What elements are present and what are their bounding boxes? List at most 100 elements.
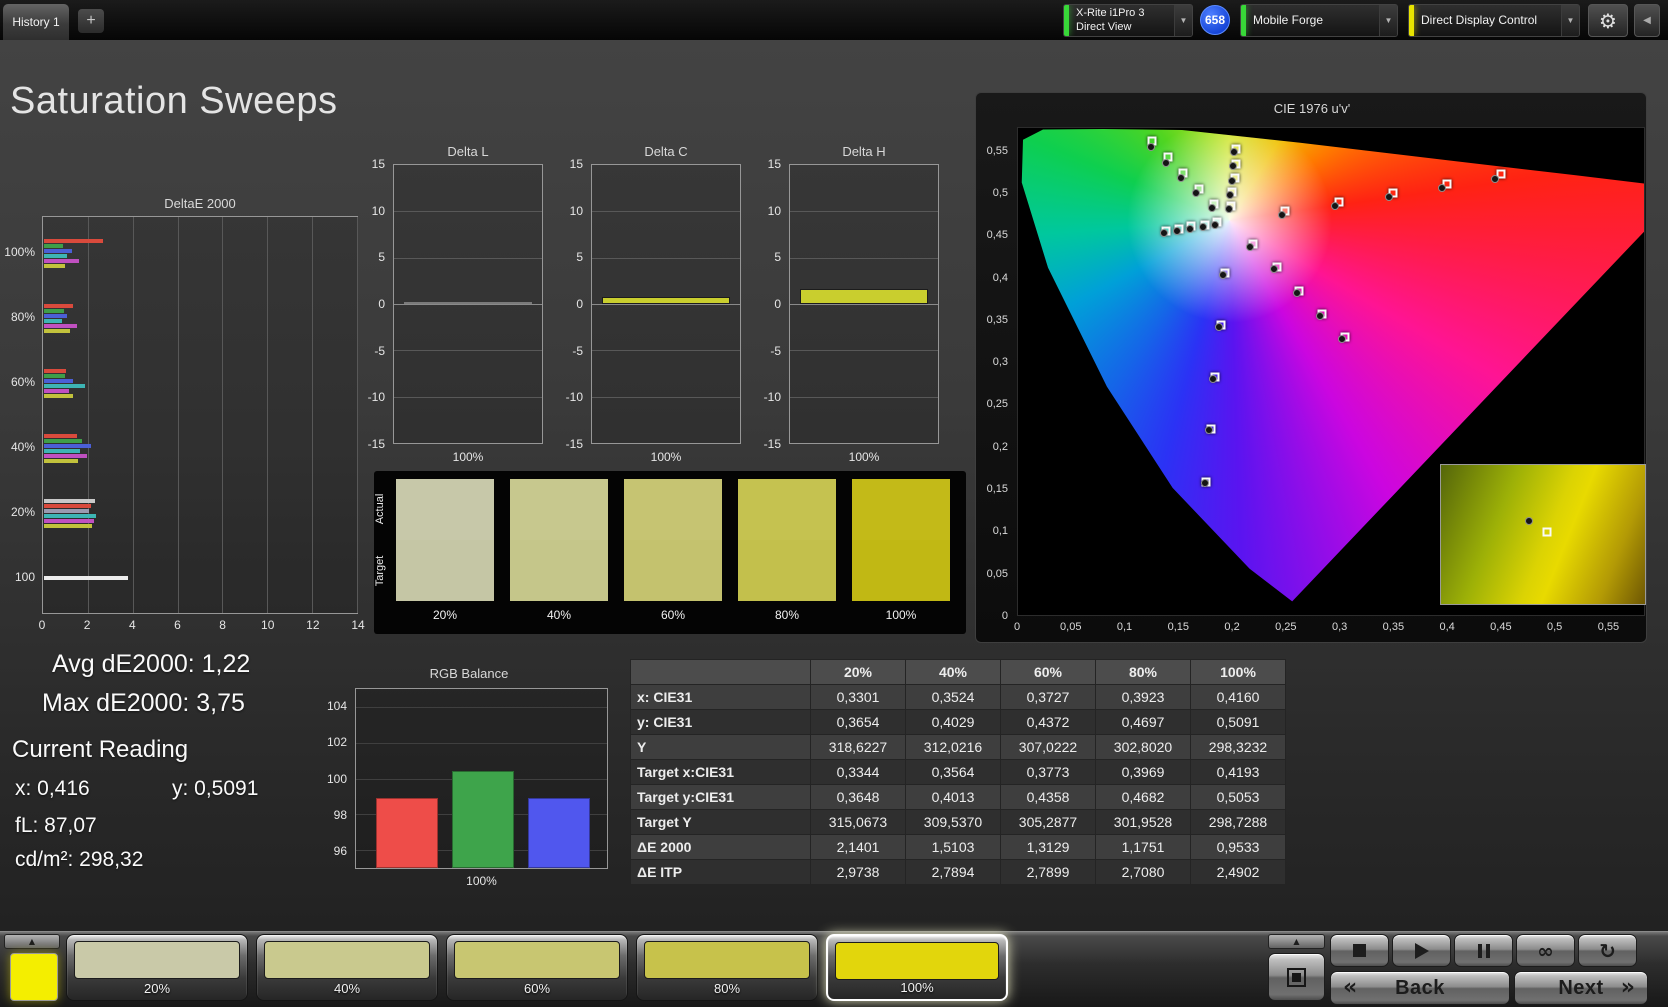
cie-ytick: 0,4 [992,271,1008,284]
stop-button[interactable] [1330,934,1389,967]
table-cell: 318,6227 [810,734,906,760]
gear-icon: ⚙ [1599,8,1617,33]
deltae-bar [44,303,73,308]
chart-delta-c: Delta C 15 10 5 0 -5 -10 -15 100% [563,144,747,466]
tab-history-label: History 1 [12,15,60,29]
delta-ylabels: 15 10 5 0 -5 -10 -15 [563,157,587,451]
cie-ytick: 0,15 [986,483,1008,496]
delta-gridline [394,211,542,213]
table-cell: 312,0216 [905,734,1001,760]
max-de2000-readout: Max dE2000: 3,75 [42,689,245,717]
saturation-level-button-40%[interactable]: 40% [256,934,438,1001]
rgb-ytick: 96 [333,843,347,858]
rgb-xlabel: 100% [466,874,497,888]
deltae-gridline [312,217,314,613]
cie-ytick: 0,5 [992,186,1008,199]
saturation-level-label: 40% [333,981,361,996]
measured-marker [1246,242,1255,251]
deltae-bar [44,248,72,253]
settings-button[interactable]: ⚙ [1588,4,1628,37]
plus-icon: + [86,12,96,29]
table-row-label: Target x:CIE31 [630,759,811,785]
actual-target-swatch-panel: Actual Target 20% 40% 60% 80% 100% [374,471,966,634]
measured-marker [1200,479,1209,488]
loop-button[interactable]: ∞ [1516,934,1575,967]
meter-dropdown[interactable]: X-Rite i1Pro 3 Direct View ▼ [1063,4,1193,37]
top-bar: History 1 + X-Rite i1Pro 3 Direct View ▼… [0,0,1668,40]
deltae-gridline [177,217,179,613]
deltae-bar [44,378,73,383]
deltae-bar [44,388,69,393]
table-row-label: ΔE ITP [630,859,811,885]
swatch-label: 80% [774,608,800,622]
expand-right-panel-button[interactable]: ▲ [1268,934,1325,949]
deltae-bar [44,253,68,258]
delta-gridline [394,396,542,398]
deltae-ytick: 80% [10,310,35,324]
saturation-level-button-100%[interactable]: 100% [826,934,1008,1001]
deltae-gridline [132,217,134,613]
saturation-level-button-20%[interactable]: 20% [66,934,248,1001]
swatch-column: 40% [510,479,608,622]
source-dropdown[interactable]: Mobile Forge ▼ [1240,4,1398,37]
avg-de2000-readout: Avg dE2000: 1,22 [52,650,251,678]
deltae-bar [44,518,95,523]
session-count-badge[interactable]: 658 [1200,5,1230,35]
delta-gridline [394,350,542,352]
pause-icon [1477,943,1490,958]
deltae-xlabels: 0 2 4 6 8 10 12 14 [39,618,365,634]
measured-marker [1524,516,1533,525]
next-button[interactable]: Next » [1514,971,1648,1005]
table-cell: 2,7894 [905,859,1001,885]
cie-ytick: 0,35 [986,313,1008,326]
deltae-bar [44,313,68,318]
table-header-cell [630,659,811,685]
collapse-panel-button[interactable]: ◀ [1634,4,1660,37]
measured-marker [1211,220,1220,229]
target-marker [1542,527,1552,537]
delta-gridline [790,350,938,352]
stop-icon [1353,944,1366,957]
measured-marker [1192,189,1201,198]
meter-label: X-Rite i1Pro 3 Direct View [1069,5,1174,36]
deltae-ytick: 20% [10,505,35,519]
target-swatch [510,540,608,601]
deltae-bar-group [44,433,356,464]
measured-marker [1218,271,1227,280]
reading-fl: fL: 87,07 [15,814,97,837]
pattern-window-button[interactable] [1268,953,1325,1001]
display-control-dropdown[interactable]: Direct Display Control ▼ [1408,4,1580,37]
delta-xlabel: 100% [452,450,484,464]
results-table: 20% 40% 60% 80% 100% x: CIE31 0,3301 0,3524 0,37… [630,659,1286,885]
table-cell: 0,3923 [1095,684,1191,710]
table-cell: 305,2877 [1000,809,1096,835]
saturation-level-button-60%[interactable]: 60% [446,934,628,1001]
table-row: ΔE ITP 2,9738 2,7894 2,7899 2,7080 2,4902 [630,859,1286,885]
expand-left-panel-button[interactable]: ▲ [4,934,60,949]
delta-gridline [592,350,740,352]
swatch-label: 100% [885,608,917,622]
saturation-level-button-80%[interactable]: 80% [636,934,818,1001]
table-cell: 315,0673 [810,809,906,835]
back-button[interactable]: « Back [1330,971,1510,1005]
saturation-color-swatch [644,941,810,979]
deltae-xtick: 4 [128,618,136,632]
saturation-color-swatch [835,942,999,980]
swatch-label: 60% [660,608,686,622]
deltae-bar-group [44,368,356,399]
measured-marker [1337,335,1346,344]
refresh-button[interactable]: ↻ [1578,934,1637,967]
delta-ytick: 10 [767,203,781,218]
pause-button[interactable] [1454,934,1513,967]
delta-ytick: -15 [565,437,583,451]
delta-ytick: 15 [767,157,781,171]
saturation-color-swatch [264,941,430,979]
measured-marker [1161,158,1170,167]
add-tab-button[interactable]: + [78,9,104,33]
play-button[interactable] [1392,934,1451,967]
delta-ytick: 0 [576,297,583,311]
delta-plot [393,164,543,444]
chart-delta-h: Delta H 15 10 5 0 -5 -10 -15 100% [761,144,945,466]
tab-history-1[interactable]: History 1 [3,4,69,40]
cie-xtick: 0,25 [1275,621,1297,633]
